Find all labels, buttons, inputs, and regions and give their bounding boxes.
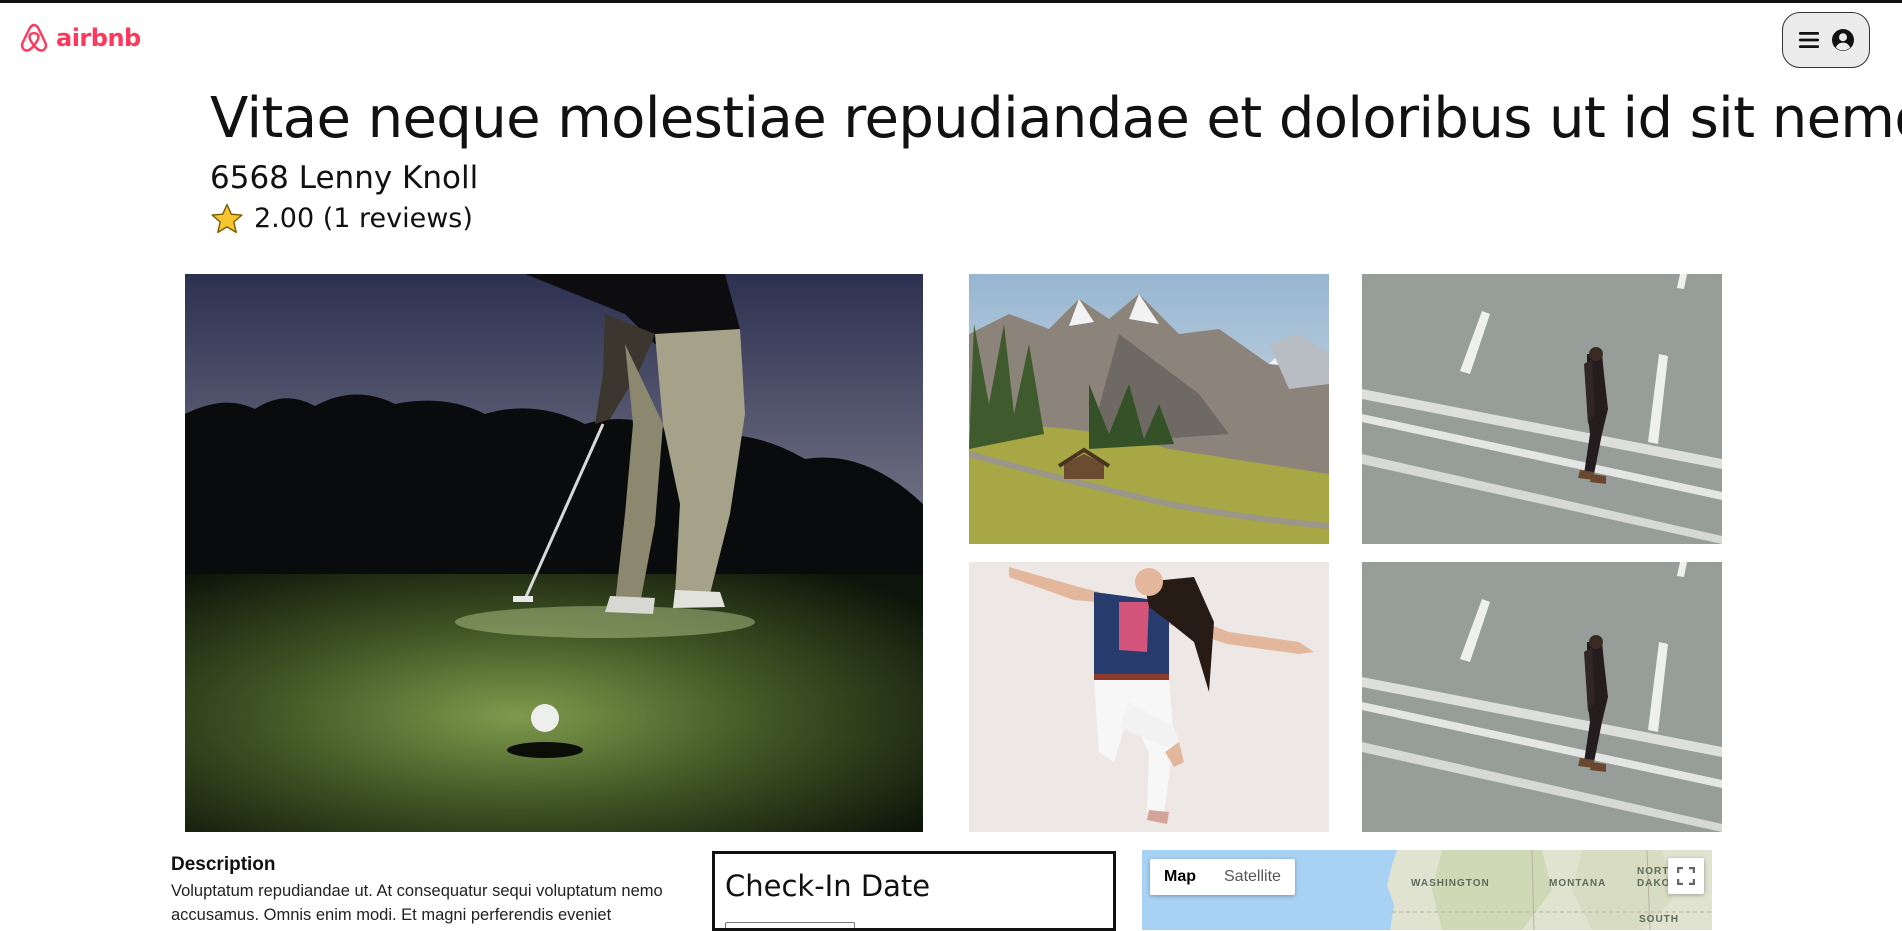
map-type-toggle: Map Satellite [1150,859,1295,895]
photo-woman-jumping[interactable] [969,562,1329,832]
description-text: Voluptatum repudiandae ut. At consequatu… [171,882,663,924]
user-menu-button[interactable] [1782,12,1870,68]
description-heading: Description [171,854,276,875]
account-circle-icon [1832,29,1854,51]
listing-title: Vitae neque molestiae repudiandae et dol… [210,86,1902,151]
rating-text: 2.00 (1 reviews) [254,203,473,234]
fullscreen-button[interactable] [1668,858,1704,894]
airbnb-logo[interactable]: airbnb [18,22,141,54]
listing-address: 6568 Lenny Knoll [210,160,479,196]
star-icon [211,203,243,234]
logo-text: airbnb [56,24,141,52]
map-label-south: SOUTH [1639,914,1679,925]
map-tab-satellite[interactable]: Satellite [1210,859,1295,895]
photo-man-walking-road[interactable] [1362,562,1722,832]
hamburger-icon [1799,32,1819,48]
photo-mountain-valley[interactable] [969,274,1329,544]
photo-golf-player[interactable] [185,274,923,832]
map-tab-map[interactable]: Map [1150,859,1210,895]
map-label-montana: MONTANA [1549,878,1607,889]
top-border [0,0,1902,3]
map-label-washington: WASHINGTON [1411,878,1490,889]
airbnb-logo-icon [20,23,48,52]
fullscreen-icon [1677,867,1695,885]
checkin-date-input[interactable] [725,922,855,928]
photo-man-walking-road[interactable] [1362,274,1722,544]
checkin-panel: Check-In Date [712,851,1116,931]
checkin-title: Check-In Date [725,869,931,903]
listing-rating: 2.00 (1 reviews) [210,202,473,236]
map-widget[interactable]: WASHINGTON MONTANA NORTH DAKOTA SOUTH Ma… [1142,850,1712,930]
